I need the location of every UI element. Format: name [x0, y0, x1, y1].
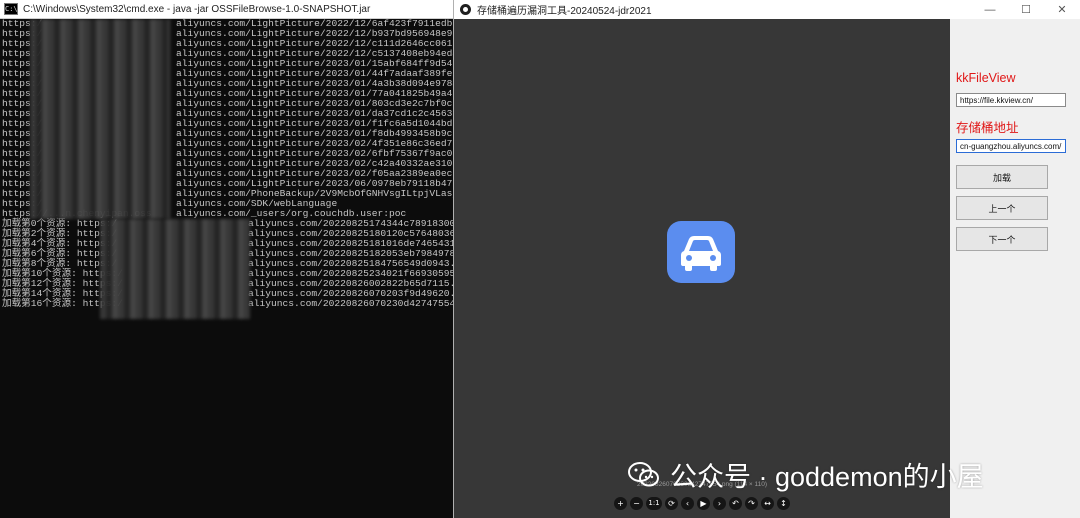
bucket-address-field[interactable]: cn-guangzhou.aliyuncs.com/: [956, 139, 1066, 153]
play-icon[interactable]: ▶: [697, 496, 710, 510]
load-button[interactable]: 加载: [956, 165, 1048, 189]
load-log-url: aliyuncs.com/20220826070230d42747554.png: [248, 298, 453, 309]
redacted-region: [30, 19, 170, 219]
zoom-out-icon[interactable]: −: [630, 496, 643, 510]
minimize-button[interactable]: —: [972, 0, 1008, 19]
kkfileview-url-field[interactable]: https://file.kkview.cn/: [956, 93, 1066, 107]
terminal-icon: C:\: [4, 3, 18, 15]
close-button[interactable]: ✕: [1044, 0, 1080, 19]
next-image-icon[interactable]: ›: [713, 496, 726, 510]
reset-icon[interactable]: ⟳: [665, 496, 678, 510]
bucket-address-label: 存储桶地址: [956, 121, 1019, 135]
zoom-in-icon[interactable]: +: [614, 496, 627, 510]
bucket-tool-window: 存储桶遍历漏洞工具-20240524-jdr2021 — ☐ ✕ 2022082…: [453, 0, 1080, 518]
tool-title-bar[interactable]: 存储桶遍历漏洞工具-20240524-jdr2021 — ☐ ✕: [454, 0, 1080, 19]
car-icon: [667, 221, 735, 283]
control-panel: kkFileView https://file.kkview.cn/ 存储桶地址…: [950, 19, 1080, 518]
cmd-window-title: C:\Windows\System32\cmd.exe - java -jar …: [23, 3, 371, 15]
cmd-title-bar[interactable]: C:\ C:\Windows\System32\cmd.exe - java -…: [0, 0, 453, 19]
previous-button[interactable]: 上一个: [956, 196, 1048, 220]
app-logo-icon: [460, 4, 471, 15]
tool-window-title: 存储桶遍历漏洞工具-20240524-jdr2021: [477, 6, 652, 17]
kkfileview-label: kkFileView: [956, 71, 1016, 85]
watermark-text: 公众号 · goddemon的小屋: [670, 462, 984, 492]
flip-horizontal-icon[interactable]: ↔: [761, 496, 774, 510]
viewer-toolbar: + −1:1 ⟳ ‹ ▶ › ↶ ↷ ↔ ↕: [614, 493, 790, 513]
redacted-region: [100, 219, 250, 319]
actual-size-icon[interactable]: 1:1: [646, 496, 662, 510]
console-output[interactable]: https:/aliyuncs.com/LightPicture/2022/12…: [0, 19, 453, 518]
cmd-window: C:\ C:\Windows\System32\cmd.exe - java -…: [0, 0, 453, 518]
flip-vertical-icon[interactable]: ↕: [777, 496, 790, 510]
next-button[interactable]: 下一个: [956, 227, 1048, 251]
wechat-icon: [628, 461, 660, 488]
prev-image-icon[interactable]: ‹: [681, 496, 694, 510]
rotate-left-icon[interactable]: ↶: [729, 496, 742, 510]
maximize-button[interactable]: ☐: [1008, 0, 1044, 19]
wechat-watermark: 公众号 · goddemon的小屋: [628, 455, 984, 494]
rotate-right-icon[interactable]: ↷: [745, 496, 758, 510]
image-viewer[interactable]: 20220826070230d42747554.png (114 × 110) …: [454, 19, 950, 518]
